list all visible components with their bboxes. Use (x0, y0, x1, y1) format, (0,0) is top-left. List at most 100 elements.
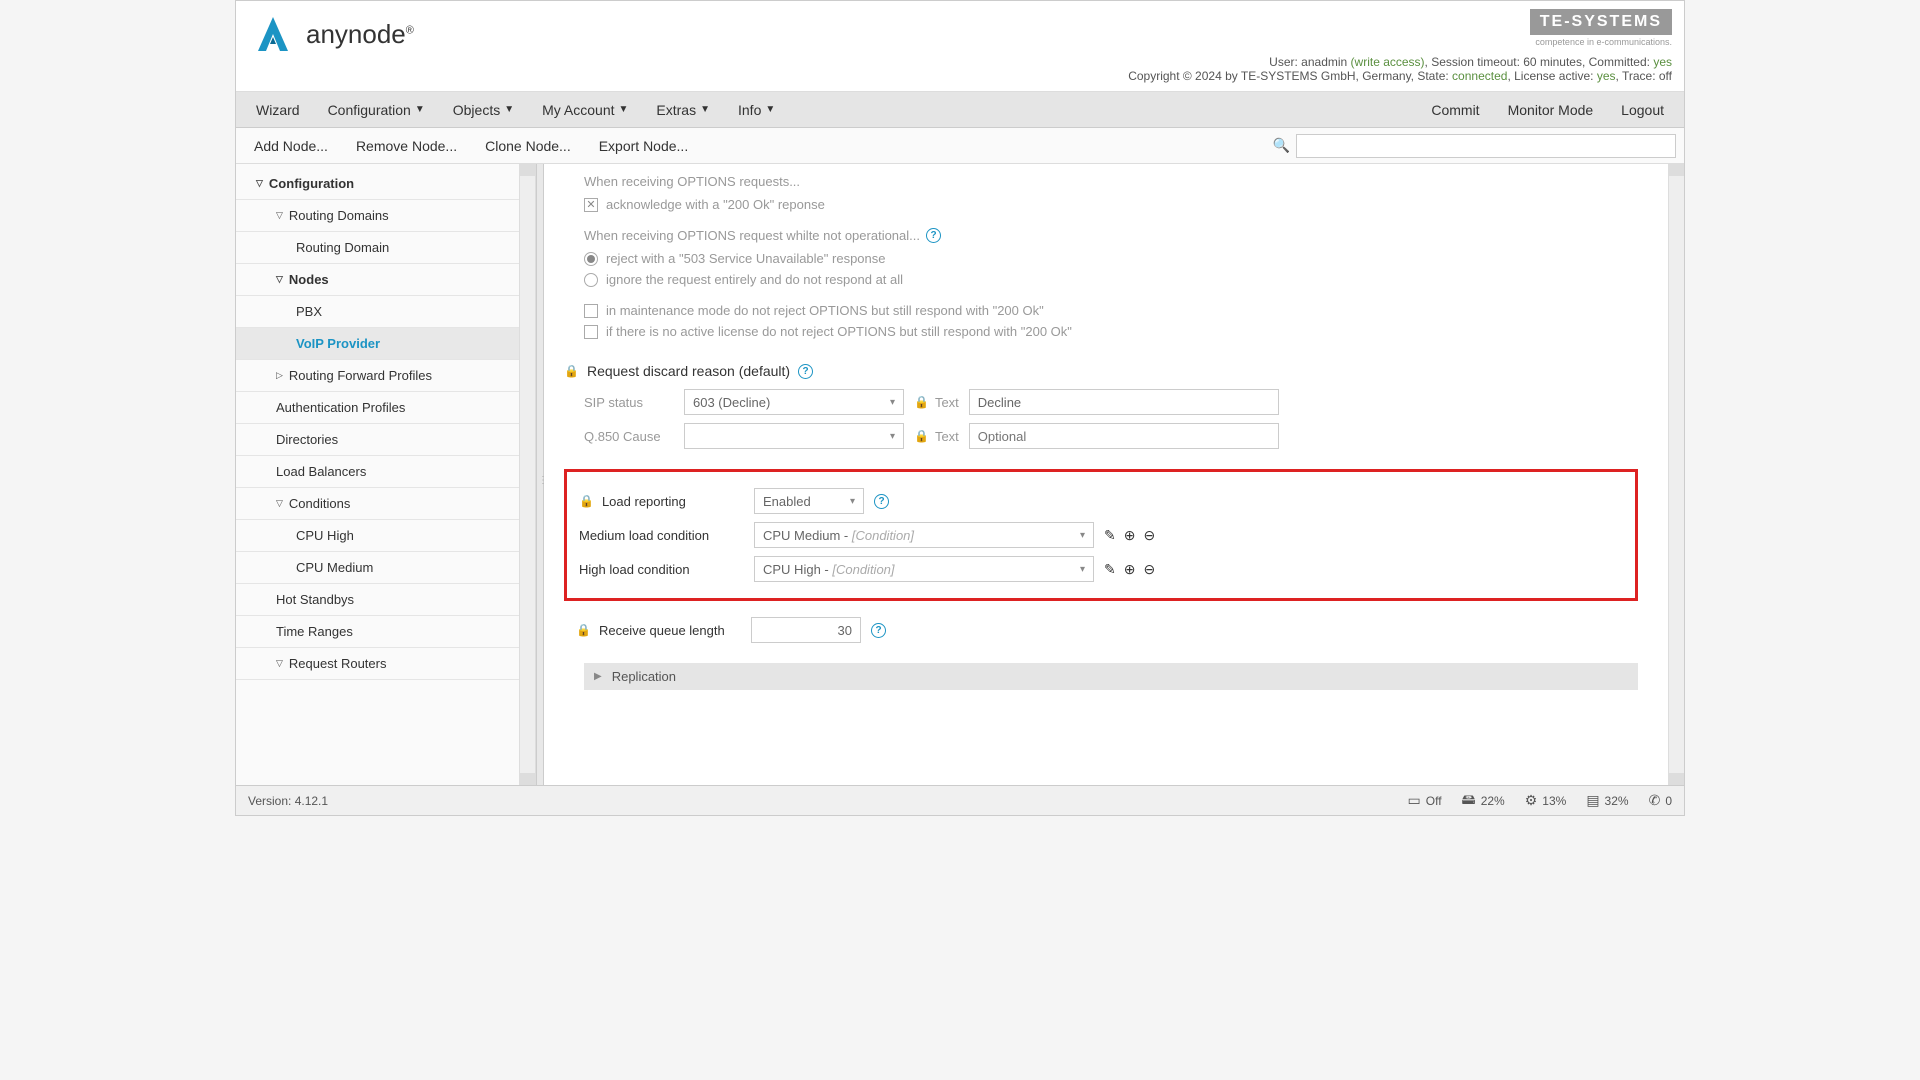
help-icon[interactable]: ? (926, 228, 941, 243)
ignore-request-radio[interactable]: ignore the request entirely and do not r… (584, 272, 1638, 287)
disk-icon: 🖴 (1462, 789, 1476, 813)
ack-200-checkbox[interactable]: ✕ acknowledge with a "200 Ok" reponse (584, 197, 1638, 212)
no-license-checkbox[interactable]: if there is no active license do not rej… (584, 324, 1638, 339)
tree-routing-forward-profiles[interactable]: ▷Routing Forward Profiles (236, 360, 519, 392)
chevron-down-icon: ▾ (890, 431, 895, 442)
replication-section[interactable]: ▶ Replication (584, 663, 1638, 690)
menu-wizard[interactable]: Wizard (244, 94, 312, 126)
medium-load-select[interactable]: CPU Medium - [Condition] ▾ (754, 522, 1094, 548)
phone-icon: ✆ (1649, 792, 1661, 809)
tree-routing-domains[interactable]: ▽Routing Domains (236, 200, 519, 232)
logo-text: anynode® (306, 19, 414, 50)
checkbox-checked-icon: ✕ (584, 198, 598, 212)
high-load-select[interactable]: CPU High - [Condition] ▾ (754, 556, 1094, 582)
status-memory: ▤32% (1586, 792, 1628, 809)
help-icon[interactable]: ? (798, 364, 813, 379)
lock-icon: 🔒 (576, 623, 591, 637)
chevron-down-icon: ▾ (1080, 530, 1085, 541)
content-scrollbar[interactable] (1668, 164, 1684, 785)
status-cpu: ⚙13% (1525, 792, 1567, 809)
reject-503-radio[interactable]: reject with a "503 Service Unavailable" … (584, 251, 1638, 266)
lock-icon: 🔒 (914, 429, 929, 443)
tree-pbx[interactable]: PBX (236, 296, 519, 328)
tree-routing-domain[interactable]: Routing Domain (236, 232, 519, 264)
menu-info[interactable]: Info▼ (726, 94, 787, 126)
tree-configuration[interactable]: ▽Configuration (236, 168, 519, 200)
tree-directories[interactable]: Directories (236, 424, 519, 456)
caret-down-icon: ▼ (700, 104, 710, 115)
app-header: anynode® TE-SYSTEMS competence in e-comm… (236, 1, 1684, 92)
tree-conditions[interactable]: ▽Conditions (236, 488, 519, 520)
edit-icon[interactable]: ✎ (1104, 527, 1116, 544)
maintenance-mode-checkbox[interactable]: in maintenance mode do not reject OPTION… (584, 303, 1638, 318)
sidebar-scrollbar[interactable] (519, 164, 535, 785)
radio-checked-icon (584, 252, 598, 266)
menu-commit[interactable]: Commit (1419, 94, 1491, 126)
tree-cpu-high[interactable]: CPU High (236, 520, 519, 552)
menu-monitor-mode[interactable]: Monitor Mode (1496, 94, 1606, 126)
tree-cpu-medium[interactable]: CPU Medium (236, 552, 519, 584)
te-systems-logo: TE-SYSTEMS (1530, 9, 1672, 35)
remove-icon[interactable]: ⊖ (1143, 561, 1155, 578)
tree-nodes[interactable]: ▽Nodes (236, 264, 519, 296)
remove-node-button[interactable]: Remove Node... (346, 132, 467, 160)
expand-icon: ▷ (276, 370, 283, 381)
add-icon[interactable]: ⊕ (1124, 561, 1136, 578)
menu-objects[interactable]: Objects▼ (441, 94, 526, 126)
checkbox-unchecked-icon (584, 304, 598, 318)
chevron-down-icon: ▾ (890, 397, 895, 408)
main-content: When receiving OPTIONS requests... ✕ ack… (544, 164, 1668, 785)
radio-unchecked-icon (584, 273, 598, 287)
sidebar-tree[interactable]: ▽Configuration ▽Routing Domains Routing … (236, 164, 519, 785)
copyright-line: Copyright © 2024 by TE-SYSTEMS GmbH, Ger… (1128, 69, 1672, 83)
q850-label: Q.850 Cause (584, 429, 674, 444)
caret-down-icon: ▼ (415, 104, 425, 115)
help-icon[interactable]: ? (871, 623, 886, 638)
te-systems-tagline: competence in e-communications. (1128, 37, 1672, 47)
lock-icon: 🔒 (564, 364, 579, 378)
user-info-line: User: anadmin (write access), Session ti… (1128, 55, 1672, 69)
sip-status-label: SIP status (584, 395, 674, 410)
help-icon[interactable]: ? (874, 494, 889, 509)
search-input[interactable] (1296, 134, 1676, 158)
lock-icon: 🔒 (579, 494, 594, 508)
collapse-icon: ▽ (276, 498, 283, 509)
decline-text-input[interactable] (969, 389, 1279, 415)
collapse-icon: ▽ (276, 658, 283, 669)
load-reporting-section: 🔒 Load reporting Enabled▾ ? Medium load … (564, 469, 1638, 601)
q850-text-input[interactable] (969, 423, 1279, 449)
q850-select[interactable]: ▾ (684, 423, 904, 449)
edit-icon[interactable]: ✎ (1104, 561, 1116, 578)
remove-icon[interactable]: ⊖ (1143, 527, 1155, 544)
sip-status-select[interactable]: 603 (Decline)▾ (684, 389, 904, 415)
menu-logout[interactable]: Logout (1609, 94, 1676, 126)
menu-extras[interactable]: Extras▼ (644, 94, 722, 126)
clone-node-button[interactable]: Clone Node... (475, 132, 581, 160)
status-bar: Version: 4.12.1 ▭Off 🖴22% ⚙13% ▤32% ✆0 (236, 785, 1684, 815)
menu-configuration[interactable]: Configuration▼ (316, 94, 437, 126)
high-load-label: High load condition (579, 562, 744, 577)
queue-length-input[interactable] (751, 617, 861, 643)
menu-my-account[interactable]: My Account▼ (530, 94, 640, 126)
tree-load-balancers[interactable]: Load Balancers (236, 456, 519, 488)
tree-auth-profiles[interactable]: Authentication Profiles (236, 392, 519, 424)
queue-length-label: 🔒 Receive queue length (576, 623, 741, 638)
tree-hot-standbys[interactable]: Hot Standbys (236, 584, 519, 616)
search-icon[interactable]: 🔍 (1273, 137, 1290, 154)
tree-voip-provider[interactable]: VoIP Provider (236, 328, 519, 360)
chevron-down-icon: ▾ (850, 496, 855, 507)
export-node-button[interactable]: Export Node... (589, 132, 699, 160)
logo[interactable]: anynode® (248, 9, 414, 59)
main-menubar: Wizard Configuration▼ Objects▼ My Accoun… (236, 92, 1684, 128)
tree-time-ranges[interactable]: Time Ranges (236, 616, 519, 648)
add-icon[interactable]: ⊕ (1124, 527, 1136, 544)
tree-request-routers[interactable]: ▽Request Routers (236, 648, 519, 680)
status-off: ▭Off (1408, 792, 1442, 809)
version-label: Version: 4.12.1 (248, 794, 328, 808)
caret-down-icon: ▼ (619, 104, 629, 115)
collapse-icon: ▽ (276, 210, 283, 221)
splitter[interactable] (536, 164, 544, 785)
load-reporting-select[interactable]: Enabled▾ (754, 488, 864, 514)
add-node-button[interactable]: Add Node... (244, 132, 338, 160)
load-reporting-label: 🔒 Load reporting (579, 494, 744, 509)
